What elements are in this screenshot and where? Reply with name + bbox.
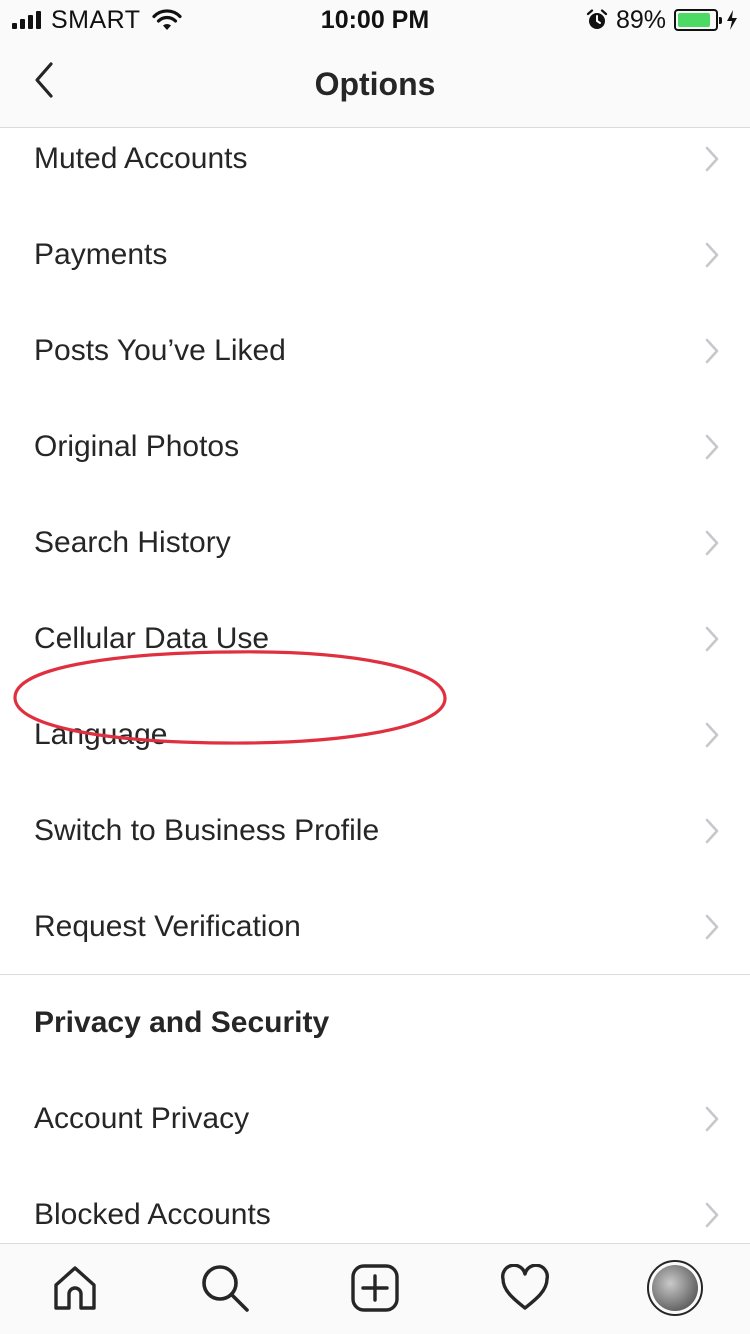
chevron-right-icon xyxy=(705,434,719,460)
menu-item-switch-business[interactable]: Switch to Business Profile xyxy=(0,783,750,879)
battery-icon xyxy=(674,9,722,31)
menu-item-label: Payments xyxy=(34,238,168,271)
menu-item-account-privacy[interactable]: Account Privacy xyxy=(0,1071,750,1167)
menu-item-label: Account Privacy xyxy=(34,1102,250,1135)
battery-percent: 89% xyxy=(615,5,666,34)
tab-home[interactable] xyxy=(45,1258,105,1318)
menu-item-label: Switch to Business Profile xyxy=(34,814,380,847)
menu-item-label: Muted Accounts xyxy=(34,142,248,175)
tab-bar xyxy=(0,1243,750,1334)
menu-item-label: Cellular Data Use xyxy=(34,622,270,655)
status-right: 89% xyxy=(586,6,738,34)
tab-new-post[interactable] xyxy=(345,1258,405,1318)
chevron-right-icon xyxy=(705,530,719,556)
avatar-image xyxy=(652,1265,698,1311)
home-icon xyxy=(54,1266,96,1310)
menu-item-label: Request Verification xyxy=(34,910,301,943)
chevron-right-icon xyxy=(705,914,719,940)
battery-fill xyxy=(678,13,711,27)
menu-item-label: Posts You’ve Liked xyxy=(34,334,286,367)
chevron-right-icon xyxy=(705,146,719,172)
battery-tip xyxy=(719,17,722,24)
chevron-right-icon xyxy=(705,242,719,268)
page-title: Options xyxy=(314,66,436,102)
menu-item-search-history[interactable]: Search History xyxy=(0,495,750,591)
menu-item-language[interactable]: Language xyxy=(0,687,750,783)
menu-item-label: Original Photos xyxy=(34,430,240,463)
menu-item-label: Language xyxy=(34,718,168,751)
section-header-label: Privacy and Security xyxy=(34,1006,330,1039)
menu-item-label: Search History xyxy=(34,526,231,559)
status-bar: SMART 10:00 PM 89% xyxy=(0,0,750,40)
chevron-right-icon xyxy=(705,818,719,844)
menu-item-posts-liked[interactable]: Posts You’ve Liked xyxy=(0,303,750,399)
menu-item-request-verification[interactable]: Request Verification xyxy=(0,879,750,975)
menu-item-cellular-data[interactable]: Cellular Data Use xyxy=(0,591,750,687)
charging-icon xyxy=(727,10,737,30)
chevron-right-icon xyxy=(705,722,719,748)
activity-heart-icon xyxy=(501,1264,549,1310)
tab-search[interactable] xyxy=(195,1258,255,1318)
chevron-right-icon xyxy=(705,626,719,652)
menu-item-label: Blocked Accounts xyxy=(34,1198,271,1231)
menu-item-payments[interactable]: Payments xyxy=(0,207,750,303)
new-post-icon xyxy=(351,1264,399,1312)
section-header-privacy: Privacy and Security xyxy=(0,975,750,1071)
search-icon xyxy=(202,1265,249,1312)
tab-profile[interactable] xyxy=(645,1258,705,1318)
profile-avatar xyxy=(647,1260,703,1316)
menu-item-muted-accounts[interactable]: Muted Accounts xyxy=(0,111,750,207)
chevron-right-icon xyxy=(705,1106,719,1132)
chevron-right-icon xyxy=(705,1202,719,1228)
chevron-right-icon xyxy=(705,338,719,364)
menu-item-original-photos[interactable]: Original Photos xyxy=(0,399,750,495)
alarm-icon xyxy=(586,9,608,29)
tab-activity[interactable] xyxy=(495,1258,555,1318)
